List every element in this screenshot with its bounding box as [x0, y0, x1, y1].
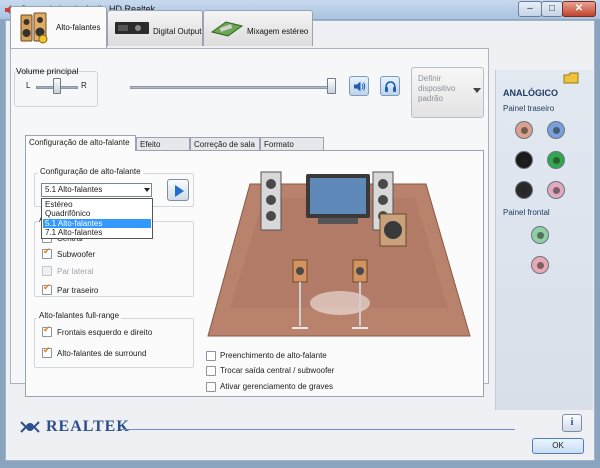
analog-title: ANALÓGICO [503, 88, 558, 98]
swap-center-sub-checkbox[interactable] [206, 366, 216, 376]
tab-speaker-configuration[interactable]: Configuração de alto-falante [25, 135, 136, 151]
footer-divider [120, 429, 515, 430]
speaker-icon [354, 81, 366, 92]
realtek-logo: REALTEK [18, 416, 136, 438]
option-quadraphonic[interactable]: Quadrifônico [43, 209, 151, 218]
speakers-icon [20, 12, 48, 44]
subwoofer-label: Subwoofer [57, 250, 96, 259]
front-left-right-checkbox[interactable] [42, 325, 52, 337]
play-icon [175, 185, 184, 197]
balance-left-label: L [26, 81, 31, 90]
swap-center-sub-label: Trocar saída central / subwoofer [220, 366, 335, 375]
balance-right-label: R [81, 81, 87, 90]
speaker-fill-label: Preenchimento de alto-falante [220, 351, 327, 360]
volume-slider-thumb[interactable] [327, 78, 336, 94]
speaker-fill-checkbox[interactable] [206, 351, 216, 361]
stereo-mix-icon [210, 21, 244, 37]
side-pair-checkbox[interactable] [42, 266, 52, 276]
speaker-config-dropdown-list[interactable]: Estéreo Quadrifônico 5.1 Alto-falantes 7… [41, 198, 153, 239]
info-button[interactable]: i [562, 414, 582, 432]
jack-rear-2[interactable] [547, 121, 565, 139]
jack-rear-6[interactable] [547, 181, 565, 199]
surround-speakers-checkbox[interactable] [42, 346, 52, 358]
minimize-button[interactable]: – [518, 1, 542, 17]
fullrange-speakers-label: Alto-falantes full-range [37, 311, 122, 320]
volume-slider-track[interactable] [130, 86, 332, 89]
jack-front-1[interactable] [531, 226, 549, 244]
subwoofer-checkbox[interactable] [42, 247, 52, 259]
jack-front-2[interactable] [531, 256, 549, 274]
speaker-config-select[interactable]: 5.1 Alto-falantes [41, 183, 152, 197]
jack-rear-4[interactable] [547, 151, 565, 169]
rear-pair-checkbox[interactable] [42, 283, 52, 295]
chevron-down-icon [473, 88, 481, 93]
rear-pair-label: Par traseiro [57, 286, 99, 295]
surround-speakers-label: Alto-falantes de surround [57, 349, 147, 358]
tab-speakers[interactable]: Alto-falantes [10, 6, 107, 48]
option-stereo[interactable]: Estéreo [43, 200, 151, 209]
tab-sound-effects[interactable]: Efeito sonoro [136, 137, 190, 158]
realtek-brand-text: REALTEK [46, 418, 130, 435]
folder-icon[interactable] [563, 72, 579, 84]
set-default-device-button[interactable]: Definir dispositivo padrão [411, 67, 484, 118]
tab-digital-output[interactable]: Digital Output [107, 10, 203, 46]
mute-button[interactable] [349, 76, 369, 96]
bass-management-label: Ativar gerenciamento de graves [220, 382, 333, 391]
subwoofer-icon [379, 213, 407, 247]
jack-rear-3[interactable] [515, 151, 533, 169]
tab-default-format[interactable]: Formato padrão [260, 137, 324, 158]
headphone-icon [385, 81, 396, 92]
tab-stereo-mix[interactable]: Mixagem estéreo [203, 10, 313, 46]
front-panel-label: Painel frontal [503, 208, 550, 217]
tab-speakers-label: Alto-falantes [56, 23, 101, 32]
tv-icon [306, 174, 370, 224]
option-5-1-speakers[interactable]: 5.1 Alto-falantes [43, 219, 151, 228]
jack-rear-1[interactable] [515, 121, 533, 139]
balance-slider-thumb[interactable] [53, 78, 61, 94]
front-left-right-label: Frontais esquerdo e direito [57, 328, 153, 337]
tab-room-correction[interactable]: Correção de sala [190, 137, 260, 151]
speaker-room-visualization[interactable] [200, 158, 478, 344]
fullrange-speakers-group [34, 318, 194, 368]
bass-management-checkbox[interactable] [206, 382, 216, 392]
front-left-speaker-icon [260, 171, 282, 231]
crab-logo-icon [20, 421, 40, 433]
speaker-config-group-label: Configuração de alto-falante [38, 167, 143, 176]
chevron-down-icon[interactable] [144, 188, 150, 192]
ok-button[interactable]: OK [532, 438, 584, 454]
maximize-button[interactable]: □ [541, 1, 563, 17]
volume-label: Volume principal [16, 66, 79, 76]
close-button[interactable]: ✕ [562, 1, 596, 17]
headphone-button[interactable] [380, 76, 400, 96]
option-7-1-speakers[interactable]: 7.1 Alto-falantes [43, 228, 151, 237]
jack-rear-5[interactable] [515, 181, 533, 199]
set-default-device-label: Definir dispositivo padrão [418, 74, 456, 103]
digital-output-icon [115, 22, 149, 34]
side-pair-label: Par lateral [57, 267, 94, 276]
tab-stereo-mix-label: Mixagem estéreo [247, 27, 309, 36]
play-test-button[interactable] [167, 179, 189, 201]
rear-panel-label: Painel traseiro [503, 104, 555, 113]
tab-digital-output-label: Digital Output [153, 27, 202, 36]
